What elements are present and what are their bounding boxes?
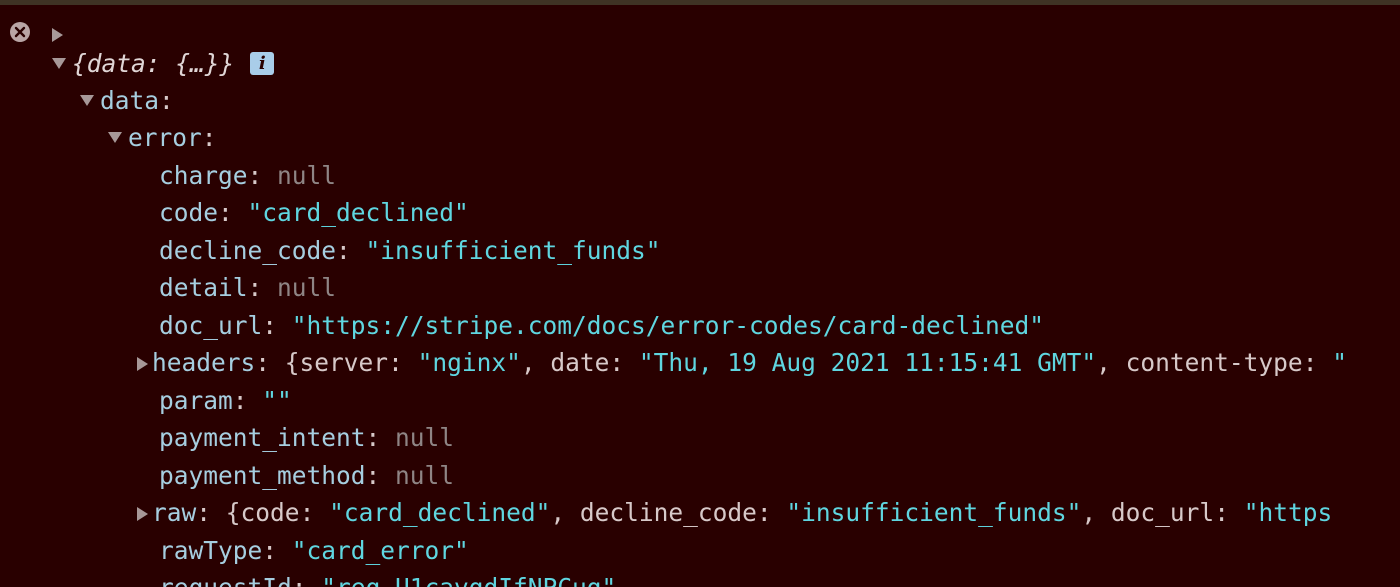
preview-key: code	[240, 498, 300, 527]
property-key: decline_code	[159, 236, 337, 265]
preview-value: "Thu, 19 Aug 2021 11:15:41 GMT"	[638, 348, 1097, 377]
preview-value: "insufficient_funds"	[786, 498, 1082, 527]
property-key: doc_url	[159, 311, 263, 340]
preview-key: doc_url	[1110, 498, 1215, 527]
property-key: param	[159, 386, 233, 415]
disclosure-triangle-expanded-icon[interactable]	[108, 131, 122, 143]
preview-key: decline_code	[579, 498, 757, 527]
preview-value: "card_declined"	[329, 498, 551, 527]
property-key: rawType	[159, 536, 263, 565]
property-key: raw	[152, 498, 197, 527]
property-row-doc-url: doc_url: "https://stripe.com/docs/error-…	[159, 311, 1045, 340]
property-row-headers[interactable]: headers: {server: "nginx", date: "Thu, 1…	[137, 344, 1347, 381]
preview-key: date	[550, 348, 610, 377]
root-object-preview: {data: {…}}	[72, 49, 235, 78]
disclosure-triangle-collapsed-icon[interactable]	[52, 28, 63, 42]
property-key: payment_intent	[159, 423, 366, 452]
preview-value: "	[1332, 348, 1347, 377]
property-row-param: param: ""	[159, 386, 292, 415]
property-key: payment_method	[159, 461, 366, 490]
object-open-brace: {	[284, 348, 300, 377]
close-x-glyph	[14, 26, 26, 38]
property-row-charge: charge: null	[159, 161, 337, 190]
property-row-requestid: requestId: "req_U1cavgdIfNPCug"	[159, 569, 616, 587]
colon: :	[159, 86, 174, 115]
root-object-row[interactable]: {data: {…}} i	[52, 45, 275, 82]
property-value-link[interactable]: "https://stripe.com/docs/error-codes/car…	[292, 311, 1044, 340]
property-key: headers	[152, 348, 256, 377]
property-key: code	[159, 198, 219, 227]
property-value: null	[277, 161, 337, 190]
preview-value: "nginx"	[417, 348, 521, 377]
property-row-decline-code: decline_code: "insufficient_funds"	[159, 236, 661, 265]
preview-key: server	[299, 348, 389, 377]
property-value: "insufficient_funds"	[365, 236, 661, 265]
preview-value: "https	[1243, 498, 1333, 527]
property-row-rawtype: rawType: "card_error"	[159, 536, 469, 565]
property-value: null	[395, 423, 455, 452]
property-row-detail: detail: null	[159, 273, 337, 302]
property-row-code: code: "card_declined"	[159, 198, 469, 227]
disclosure-triangle-expanded-icon[interactable]	[52, 57, 66, 69]
property-key: charge	[159, 161, 248, 190]
disclosure-triangle-collapsed-icon[interactable]	[137, 507, 148, 521]
property-key: error	[128, 123, 202, 152]
object-open-brace: {	[225, 498, 241, 527]
error-node-row[interactable]: error:	[108, 119, 217, 156]
property-value: null	[395, 461, 455, 490]
data-node-row[interactable]: data:	[80, 82, 174, 119]
property-value: ""	[262, 386, 292, 415]
property-key: detail	[159, 273, 248, 302]
info-icon[interactable]: i	[250, 51, 275, 75]
disclosure-triangle-expanded-icon[interactable]	[80, 94, 94, 106]
property-value: "card_error"	[291, 536, 469, 565]
property-value: "req_U1cavgdIfNPCug"	[321, 573, 616, 587]
property-row-raw[interactable]: raw: {code: "card_declined", decline_cod…	[137, 494, 1332, 531]
disclosure-triangle-collapsed-icon[interactable]	[137, 357, 148, 371]
console-output: {data: {…}} i data: error: charge: null c…	[0, 5, 1400, 587]
preview-key: content-type	[1125, 348, 1303, 377]
property-row-payment-method: payment_method: null	[159, 461, 455, 490]
property-key: requestId	[159, 573, 292, 587]
property-row-payment-intent: payment_intent: null	[159, 423, 455, 452]
property-value: "card_declined"	[247, 198, 469, 227]
error-icon	[10, 22, 30, 42]
property-key: data	[100, 86, 160, 115]
colon: :	[201, 123, 217, 152]
property-value: null	[277, 273, 337, 302]
